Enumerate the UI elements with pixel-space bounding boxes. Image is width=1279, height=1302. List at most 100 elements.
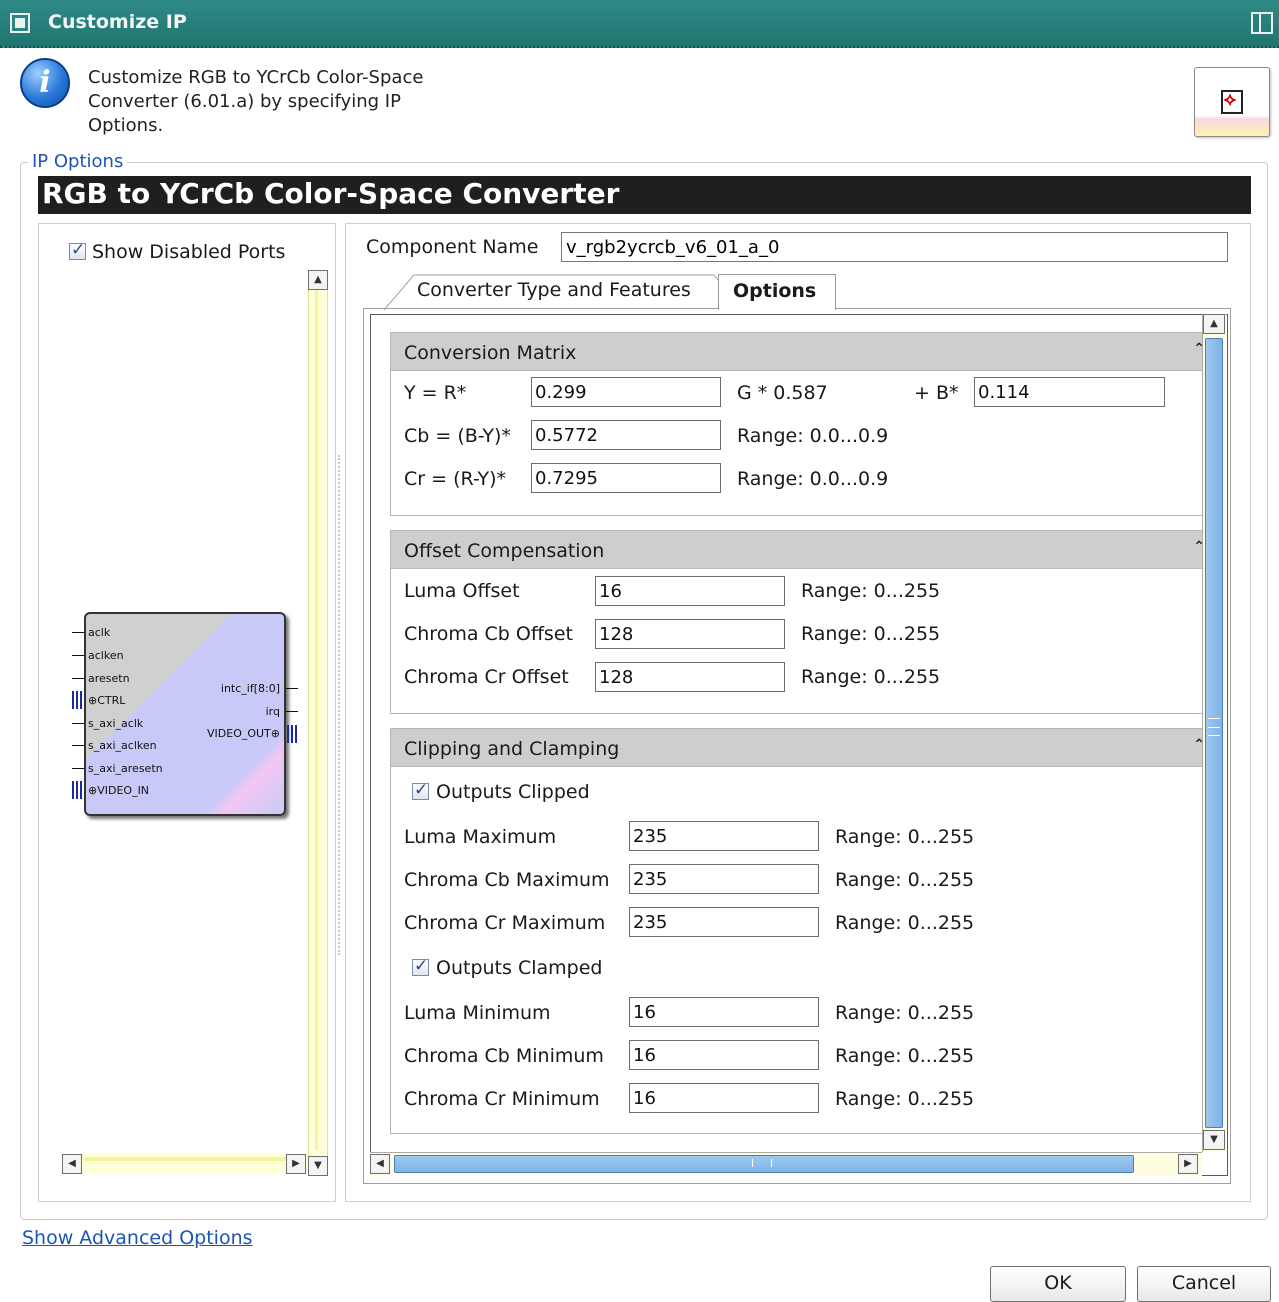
chroma-cb-offset-range: Range: 0...255 [801,623,941,645]
symbol-horizontal-scrollbar[interactable]: ◀ ▶ [62,1154,308,1174]
port-label: aclken [88,649,124,662]
outputs-clipped-label: Outputs Clipped [436,780,590,803]
chroma-cb-minimum-field[interactable] [629,1040,819,1070]
luma-minimum-label: Luma Minimum [404,1002,551,1024]
cb-coefficient-field[interactable] [531,420,721,450]
chroma-cb-maximum-label: Chroma Cb Maximum [404,869,610,891]
title-bar: Customize IP [0,0,1279,48]
luma-maximum-label: Luma Maximum [404,826,557,848]
section-header[interactable]: Clipping and Clamping ⌃ [391,729,1211,767]
chroma-cr-maximum-label: Chroma Cr Maximum [404,912,606,934]
tab-options[interactable]: Options [718,274,836,310]
chroma-cb-maximum-field[interactable] [629,864,819,894]
checkbox-icon[interactable] [412,956,429,976]
component-name-label: Component Name [366,236,539,258]
cb-range-label: Range: 0.0...0.9 [737,425,889,447]
show-disabled-ports-label: Show Disabled Ports [92,240,286,263]
luma-offset-label: Luma Offset [404,580,520,602]
chroma-cr-minimum-label: Chroma Cr Minimum [404,1088,600,1110]
checkbox-icon[interactable] [69,240,86,260]
port-label: aclk [88,626,111,639]
port-label: VIDEO_IN [97,784,150,797]
cr-formula-label: Cr = (R-Y)* [404,468,507,490]
outputs-clamped-checkbox[interactable]: Outputs Clamped [412,956,602,979]
scroll-right-arrow-icon[interactable]: ▶ [1178,1154,1198,1174]
chroma-cb-offset-label: Chroma Cb Offset [404,623,573,645]
cancel-button[interactable]: Cancel [1137,1266,1271,1302]
y-b-coefficient-field[interactable] [974,377,1165,407]
port-label: irq [265,705,280,718]
show-disabled-ports-checkbox[interactable]: Show Disabled Ports [69,240,285,263]
options-horizontal-scrollbar[interactable]: ◀ ▶ [370,1152,1202,1176]
luma-minimum-range: Range: 0...255 [835,1002,975,1024]
port-pin [72,768,84,769]
symbol-vertical-scrollbar[interactable]: ▲ ▼ [308,270,328,1176]
luma-maximum-range: Range: 0...255 [835,826,975,848]
info-icon: i [20,58,70,108]
scroll-track [84,1157,286,1161]
bus-pin [72,781,82,799]
ok-button[interactable]: OK [990,1266,1126,1302]
scroll-up-arrow-icon[interactable]: ▲ [1203,314,1225,334]
port-label: intc_if[8:0] [220,682,280,695]
tab-label: Converter Type and Features [417,279,691,301]
port-label: CTRL [97,694,126,707]
ip-symbol-block[interactable]: aclk aclken aresetn ⊕CTRL s_axi_aclk s_a… [84,612,286,816]
g-coefficient-label: G * 0.587 [737,382,828,404]
port-pin [286,688,298,689]
bus-pin [72,691,82,709]
scroll-track [315,290,318,1150]
scroll-left-arrow-icon[interactable]: ◀ [62,1154,82,1174]
scroll-down-arrow-icon[interactable]: ▼ [308,1156,328,1176]
y-formula-label: Y = R* [404,382,467,404]
port-pin [72,655,84,656]
checkbox-icon[interactable] [412,780,429,800]
section-title: Offset Compensation [404,540,605,562]
port-label: s_axi_aclk [88,717,144,730]
ip-banner: RGB to YCrCb Color-Space Converter [38,176,1251,214]
chroma-cr-offset-field[interactable] [595,662,785,692]
luma-offset-range: Range: 0...255 [801,580,941,602]
section-header[interactable]: Offset Compensation ⌃ [391,531,1211,569]
section-header[interactable]: Conversion Matrix ⌃ [391,333,1211,371]
chroma-cr-minimum-range: Range: 0...255 [835,1088,975,1110]
chroma-cb-maximum-range: Range: 0...255 [835,869,975,891]
scroll-up-arrow-icon[interactable]: ▲ [308,270,328,290]
cr-coefficient-field[interactable] [531,463,721,493]
documentation-button[interactable] [1194,67,1270,137]
tab-converter-type-and-features[interactable]: Converter Type and Features [384,274,721,310]
scroll-right-arrow-icon[interactable]: ▶ [286,1154,306,1174]
port-label: aresetn [88,672,130,685]
port-pin [72,745,84,746]
chroma-cr-maximum-field[interactable] [629,907,819,937]
bus-pin [287,725,297,743]
scroll-left-arrow-icon[interactable]: ◀ [370,1154,390,1174]
chroma-cr-offset-range: Range: 0...255 [801,666,941,688]
component-name-field[interactable] [561,232,1228,262]
port-label: s_axi_aclken [88,739,157,752]
panel-splitter[interactable] [338,455,342,955]
port-pin [72,723,84,724]
window-menu-icon[interactable] [10,13,30,33]
scroll-down-arrow-icon[interactable]: ▼ [1203,1130,1225,1150]
outputs-clipped-checkbox[interactable]: Outputs Clipped [412,780,590,803]
show-advanced-options-link[interactable]: Show Advanced Options [22,1227,253,1249]
luma-maximum-field[interactable] [629,821,819,851]
chroma-cr-minimum-field[interactable] [629,1083,819,1113]
chroma-cr-offset-label: Chroma Cr Offset [404,666,569,688]
scroll-grip [752,1159,772,1167]
outputs-clamped-label: Outputs Clamped [436,956,603,979]
y-r-coefficient-field[interactable] [531,377,721,407]
port-label: ⊕VIDEO_IN [88,784,150,797]
chroma-cb-minimum-range: Range: 0...255 [835,1045,975,1067]
chroma-cr-maximum-range: Range: 0...255 [835,912,975,934]
section-title: Conversion Matrix [404,342,577,364]
port-label: VIDEO_OUT [207,727,271,740]
luma-minimum-field[interactable] [629,997,819,1027]
maximize-icon[interactable] [1251,12,1273,34]
chroma-cb-offset-field[interactable] [595,619,785,649]
options-vertical-scrollbar[interactable]: ▲ ▼ [1202,314,1226,1152]
port-pin [72,632,84,633]
luma-offset-field[interactable] [595,576,785,606]
port-label: ⊕CTRL [88,694,126,707]
